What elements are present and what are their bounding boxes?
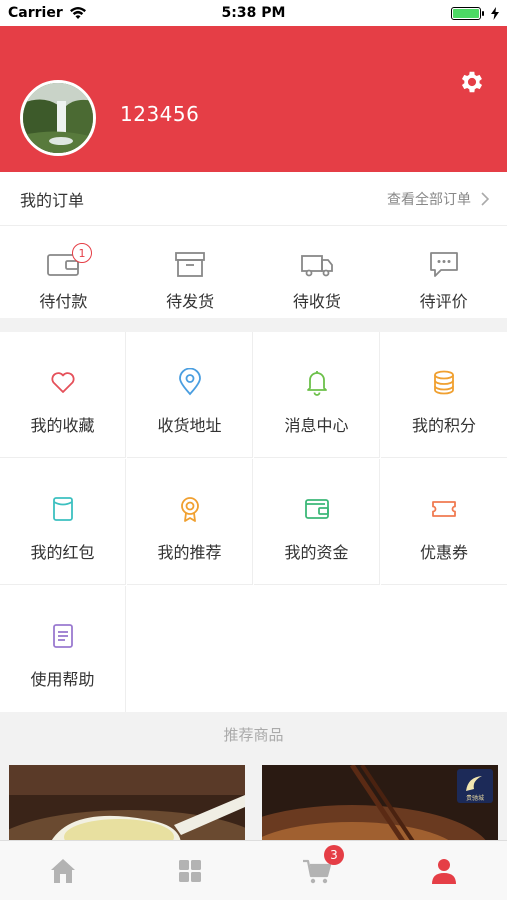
location-pin-icon: [178, 368, 201, 396]
service-address[interactable]: 收货地址: [127, 332, 253, 458]
red-packet-icon: [52, 497, 73, 521]
bottom-tab-bar: 3: [0, 840, 507, 900]
service-label: 我的红包: [30, 543, 95, 562]
service-red-packet[interactable]: 我的红包: [0, 459, 126, 585]
orders-header[interactable]: 我的订单 查看全部订单: [0, 172, 507, 226]
profile-header: 123456: [0, 26, 507, 172]
service-label: 我的资金: [284, 543, 349, 562]
waterfall-avatar-image: [23, 83, 93, 153]
service-label: 收货地址: [157, 416, 222, 435]
heart-icon: [50, 372, 75, 393]
service-label: 消息中心: [284, 416, 349, 435]
wifi-icon: [69, 7, 86, 19]
brand-logo-text: 贵驰城: [465, 795, 484, 802]
tab-home[interactable]: [0, 841, 127, 900]
view-all-orders-label: 查看全部订单: [387, 191, 471, 208]
order-pending-payment[interactable]: 1 待付款: [0, 226, 127, 318]
recommend-title: 推荐商品: [223, 725, 284, 744]
chevron-right-icon: [481, 191, 489, 206]
user-icon: [431, 858, 456, 884]
order-item-label: 待付款: [39, 292, 88, 311]
order-status-row: 1 待付款 待发货 待收货 待评价: [0, 226, 507, 318]
service-points[interactable]: 我的积分: [381, 332, 507, 458]
tab-profile[interactable]: [380, 841, 507, 900]
service-favorites[interactable]: 我的收藏: [0, 332, 126, 458]
order-pending-shipment[interactable]: 待发货: [127, 226, 254, 318]
service-label: 我的推荐: [157, 543, 222, 562]
comment-icon: [429, 252, 458, 277]
gear-icon[interactable]: [458, 68, 486, 96]
username: 123456: [120, 102, 200, 126]
carrier-label: Carrier: [8, 5, 63, 21]
status-left: Carrier: [8, 5, 87, 21]
document-icon: [52, 624, 73, 648]
status-bar: Carrier 5:38 PM: [0, 0, 507, 26]
box-icon: [175, 252, 206, 277]
service-label: 我的收藏: [30, 416, 95, 435]
services-grid: 我的收藏 收货地址 消息中心 我的积分 我的红包 我的推荐 我的资金 优惠券 使…: [0, 332, 507, 712]
home-icon: [51, 858, 76, 883]
tab-categories[interactable]: [127, 841, 254, 900]
bell-icon: [306, 371, 327, 396]
order-pending-review[interactable]: 待评价: [380, 226, 507, 318]
order-item-label: 待发货: [166, 292, 215, 311]
avatar[interactable]: [20, 80, 96, 156]
cart-badge: 3: [324, 845, 344, 865]
service-label: 我的积分: [411, 416, 476, 435]
tab-cart[interactable]: [254, 841, 381, 900]
battery-icon: [451, 6, 484, 20]
pending-payment-badge: 1: [72, 243, 92, 263]
service-messages[interactable]: 消息中心: [254, 332, 380, 458]
coins-icon: [434, 370, 454, 395]
orders-title: 我的订单: [20, 190, 85, 210]
wallet-icon: [304, 499, 329, 519]
charging-icon: [491, 6, 499, 20]
order-pending-receipt[interactable]: 待收货: [254, 226, 381, 318]
ticket-icon: [432, 501, 456, 517]
order-item-label: 待收货: [292, 292, 341, 311]
service-label: 使用帮助: [30, 670, 95, 689]
service-referrals[interactable]: 我的推荐: [127, 459, 253, 585]
truck-icon: [300, 255, 333, 277]
status-right: [451, 6, 499, 20]
view-all-orders-link[interactable]: 查看全部订单: [387, 189, 489, 209]
service-funds[interactable]: 我的资金: [254, 459, 380, 585]
grid-icon: [179, 859, 202, 882]
medal-icon: [180, 497, 199, 522]
service-coupons[interactable]: 优惠券: [381, 459, 507, 585]
service-label: 优惠券: [419, 543, 468, 562]
service-help[interactable]: 使用帮助: [0, 586, 126, 712]
order-item-label: 待评价: [419, 292, 468, 311]
